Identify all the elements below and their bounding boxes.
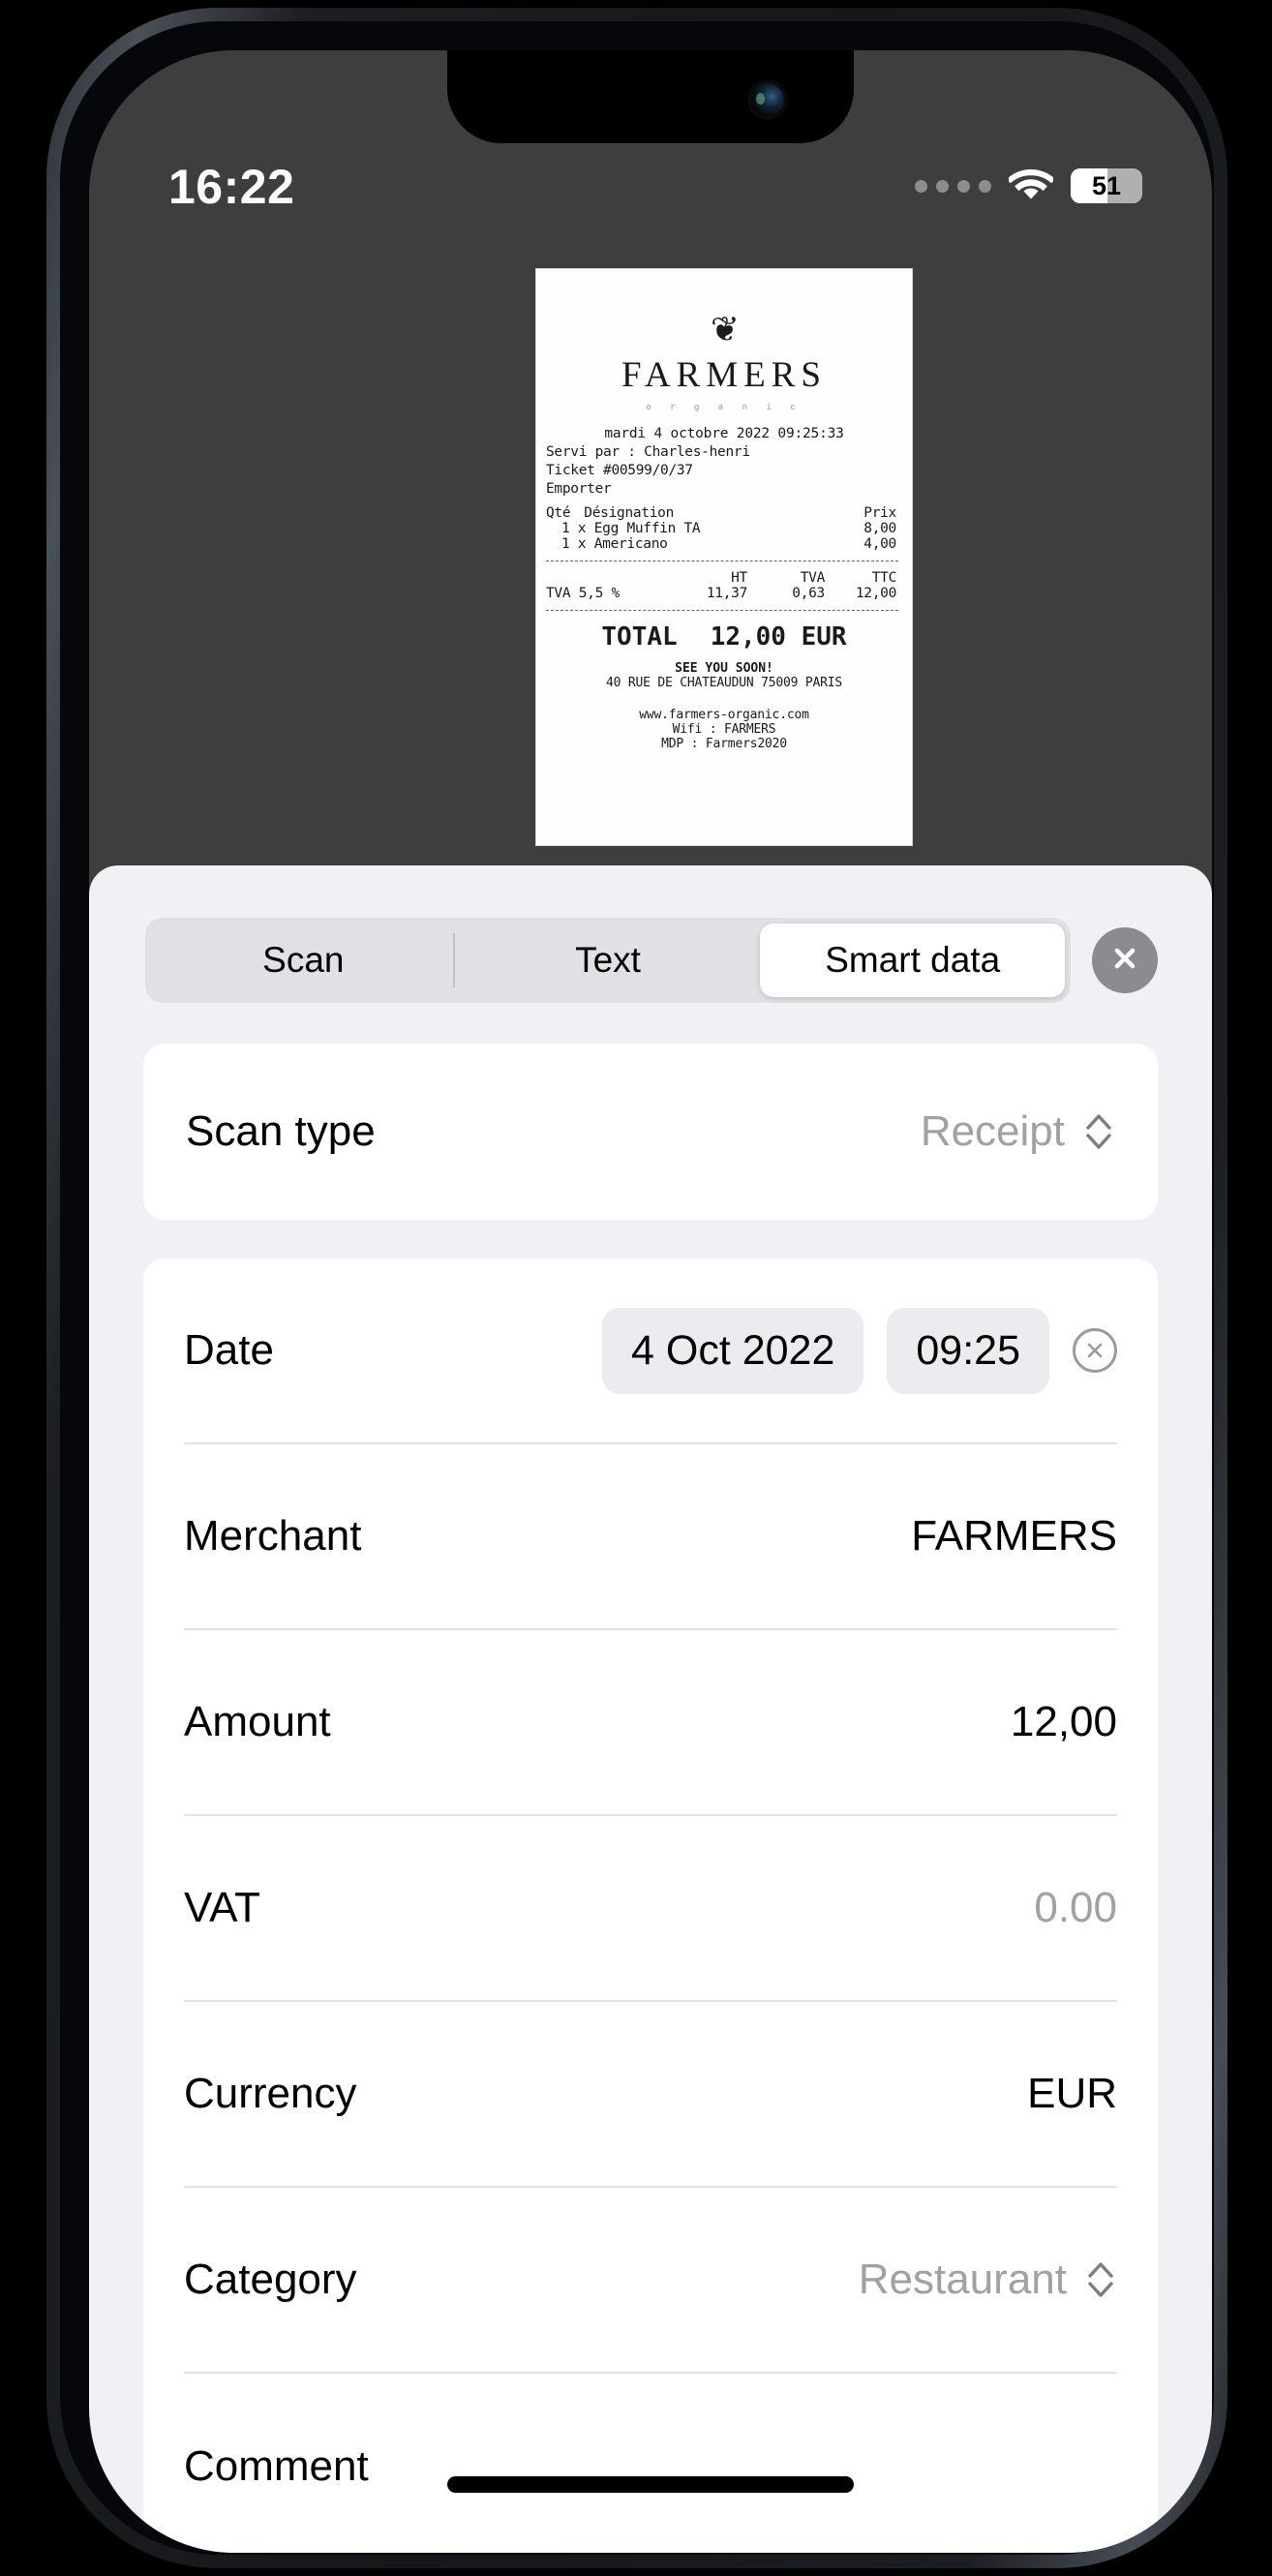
chevron-up-down-icon[interactable] — [1084, 2258, 1117, 2301]
receipt-line-item: 1 x Americano 4,00 — [536, 536, 912, 552]
receipt-item-text: 1 x Egg Muffin TA — [561, 521, 701, 536]
receipt-col-designation: Désignation — [584, 505, 675, 521]
status-time: 16:22 — [168, 160, 295, 214]
wifi-icon — [1009, 169, 1053, 202]
field-row-currency[interactable]: Currency EUR — [184, 2002, 1117, 2188]
battery-level-text: 51 — [1091, 171, 1122, 200]
receipt-served-by: Servi par : Charles-henri — [546, 444, 750, 460]
receipt-divider — [546, 610, 898, 611]
receipt-datetime: mardi 4 octobre 2022 09:25:33 — [604, 426, 844, 441]
receipt-mode: Emporter — [546, 481, 612, 497]
scan-type-label: Scan type — [186, 1107, 376, 1155]
close-button[interactable] — [1092, 927, 1158, 993]
receipt-line-item: 1 x Egg Muffin TA 8,00 — [536, 521, 912, 536]
smart-data-fields-card: Date 4 Oct 2022 09:25 Merchant FARMERS A… — [143, 1258, 1158, 2553]
comment-label: Comment — [184, 2442, 369, 2490]
date-label: Date — [184, 1326, 274, 1374]
clear-circle-icon[interactable] — [1073, 1328, 1117, 1373]
receipt-tax-tva: 0,63 — [792, 586, 825, 601]
vat-label: VAT — [184, 1884, 261, 1931]
receipt-col-qty: Qté — [546, 505, 571, 521]
receipt-tax-ht-head: HT — [731, 570, 747, 586]
receipt-subtitle: o r g a n i c — [646, 403, 803, 412]
date-chip[interactable]: 4 Oct 2022 — [602, 1307, 864, 1394]
smart-data-sheet: Scan Text Smart data Scan type Receipt D… — [89, 865, 1212, 2553]
vat-value[interactable]: 0.00 — [1034, 1884, 1117, 1932]
currency-value[interactable]: EUR — [1027, 2070, 1117, 2118]
receipt-tax-header: HT TVA TTC — [536, 570, 912, 586]
merchant-label: Merchant — [184, 1512, 362, 1560]
amount-label: Amount — [184, 1698, 331, 1745]
receipt-total-row: TOTAL 12,00 EUR — [536, 622, 912, 652]
tab-smart-data[interactable]: Smart data — [760, 924, 1066, 997]
receipt-total-label: TOTAL — [601, 622, 678, 652]
phone-bezel: 16:22 51 ❦ FARMERS o r g a n i c mardi 4… — [60, 21, 1214, 2555]
scan-type-value: Receipt — [920, 1107, 1065, 1155]
field-row-vat[interactable]: VAT 0.00 — [184, 1816, 1117, 2002]
front-camera-icon — [751, 83, 784, 116]
receipt-tax-ttc: 12,00 — [855, 586, 896, 601]
close-icon — [1108, 942, 1141, 980]
receipt-table-header: Qté Désignation Prix — [536, 505, 912, 521]
scan-type-card[interactable]: Scan type Receipt — [143, 1044, 1158, 1220]
receipt-tax-ht: 11,37 — [706, 586, 747, 601]
battery-icon: 51 — [1071, 168, 1142, 203]
receipt-tax-tva-head: TVA — [800, 570, 826, 586]
receipt-ticket: Ticket #00599/0/37 — [546, 463, 693, 478]
receipt-tax-values: TVA 5,5 % 11,37 0,63 12,00 — [536, 586, 912, 601]
receipt-tax-ttc-head: TTC — [871, 570, 897, 586]
status-indicators: 51 — [915, 168, 1142, 203]
receipt-password: MDP : Farmers2020 — [661, 737, 787, 751]
receipt-total-value: 12,00 EUR — [710, 622, 847, 652]
receipt-address: 40 RUE DE CHATEAUDUN 75009 PARIS — [605, 676, 843, 690]
tab-text[interactable]: Text — [456, 924, 761, 997]
phone-frame: 16:22 51 ❦ FARMERS o r g a n i c mardi 4… — [46, 8, 1227, 2568]
receipt-item-text: 1 x Americano — [561, 536, 668, 552]
receipt-brand: FARMERS — [621, 355, 827, 395]
home-indicator[interactable] — [447, 2476, 854, 2493]
receipt-logo-icon: ❦ — [711, 302, 738, 351]
receipt-tax-label: TVA 5,5 % — [546, 586, 620, 601]
receipt-farewell: SEE YOU SOON! — [675, 661, 773, 676]
amount-value[interactable]: 12,00 — [1011, 1698, 1117, 1746]
field-row-merchant[interactable]: Merchant FARMERS — [184, 1444, 1117, 1630]
category-value: Restaurant — [858, 2256, 1067, 2303]
merchant-value[interactable]: FARMERS — [911, 1512, 1117, 1561]
currency-label: Currency — [184, 2070, 357, 2117]
sheet-header: Scan Text Smart data — [89, 865, 1212, 1003]
field-row-date[interactable]: Date 4 Oct 2022 09:25 — [184, 1258, 1117, 1444]
time-chip[interactable]: 09:25 — [887, 1307, 1049, 1394]
segmented-control[interactable]: Scan Text Smart data — [145, 918, 1071, 1003]
category-label: Category — [184, 2256, 357, 2303]
field-row-amount[interactable]: Amount 12,00 — [184, 1630, 1117, 1816]
receipt-item-price: 8,00 — [863, 521, 896, 536]
notch — [447, 50, 854, 143]
chevron-up-down-icon[interactable] — [1082, 1110, 1115, 1153]
receipt-col-price: Prix — [863, 505, 896, 521]
cellular-dots-icon — [915, 179, 991, 193]
phone-screen: 16:22 51 ❦ FARMERS o r g a n i c mardi 4… — [89, 50, 1212, 2553]
field-row-comment[interactable]: Comment — [184, 2374, 1117, 2553]
receipt-website: www.farmers-organic.com — [639, 708, 809, 722]
receipt-preview-image[interactable]: ❦ FARMERS o r g a n i c mardi 4 octobre … — [536, 269, 912, 845]
field-row-category[interactable]: Category Restaurant — [184, 2188, 1117, 2374]
tab-scan[interactable]: Scan — [151, 924, 456, 997]
receipt-wifi: Wifi : FARMERS — [672, 722, 776, 737]
receipt-item-price: 4,00 — [863, 536, 896, 552]
